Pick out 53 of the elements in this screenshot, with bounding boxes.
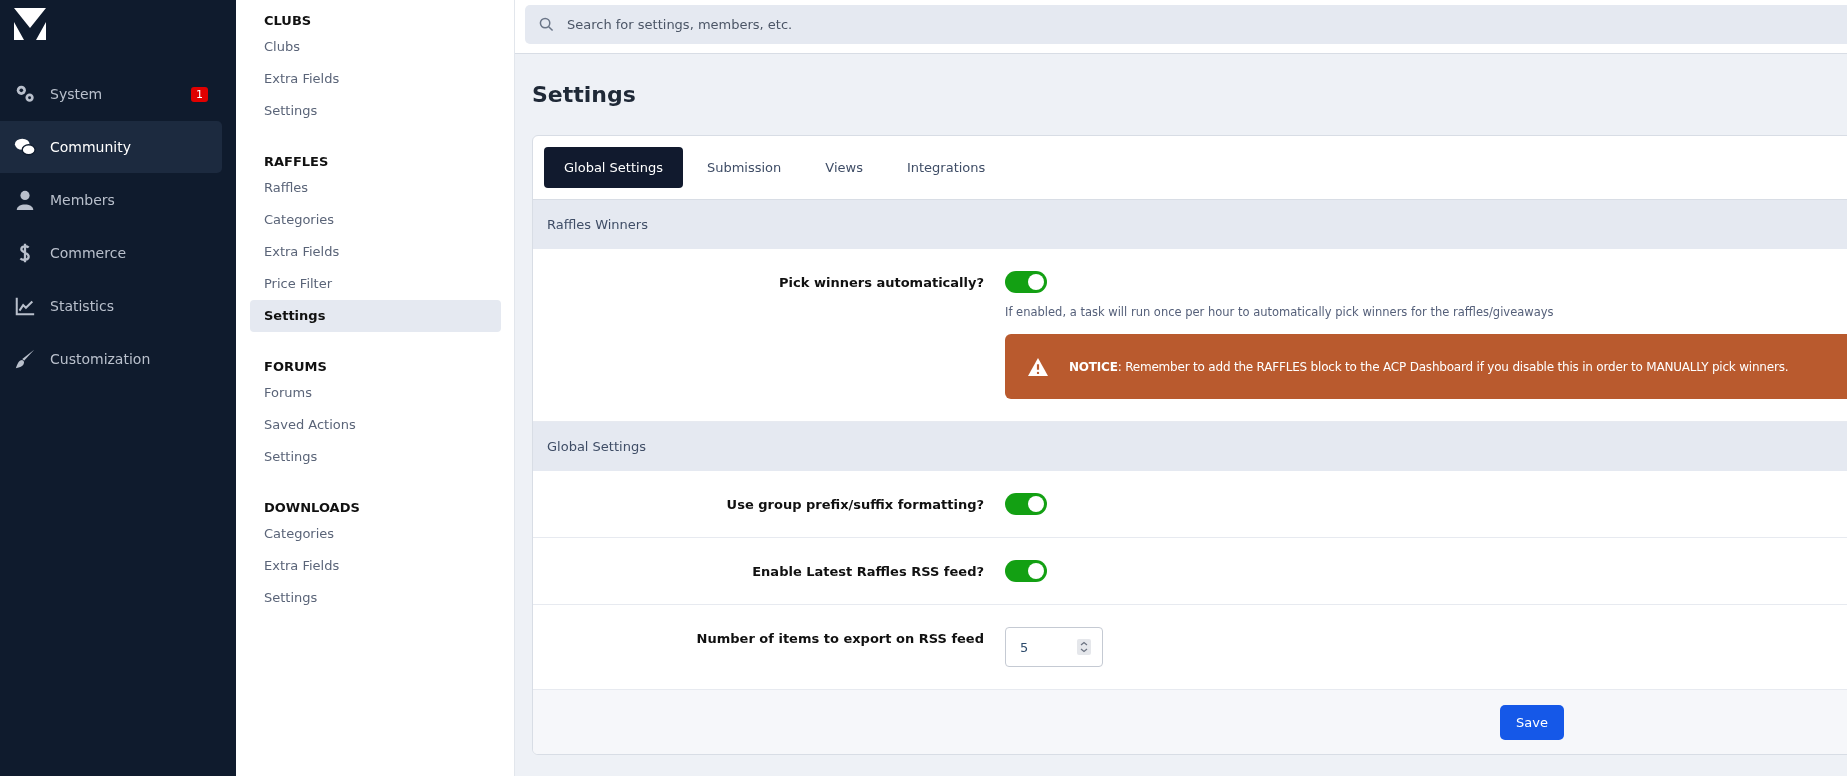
sidebar-item[interactable]: Customization	[0, 333, 222, 385]
nav-link[interactable]: Categories	[250, 518, 501, 550]
nav-link[interactable]: Forums	[250, 377, 501, 409]
field-label: Use group prefix/suffix formatting?	[725, 496, 984, 514]
search-field[interactable]: Search for settings, members, etc.	[525, 5, 1847, 44]
nav-link[interactable]: Categories	[250, 204, 501, 236]
notice-text: NOTICE: Remember to add the RAFFLES block to the ACP Dashboard if you disable this in order to MANUALLY pick winners.	[1069, 359, 1789, 374]
help-text: If enabled, a task will run once per hour to automatically pick winners for the raffles/giveaways	[1005, 305, 1555, 319]
page-title: Settings	[532, 82, 637, 107]
warning-icon	[1027, 356, 1049, 377]
sidebar-item[interactable]: System 1	[0, 68, 222, 120]
section-heading: FORUMS	[263, 358, 328, 376]
brush-icon	[14, 348, 36, 370]
sidebar-item[interactable]: Community	[0, 121, 222, 173]
spinner-icon	[1077, 639, 1091, 655]
tab[interactable]: Global Settings	[544, 147, 683, 188]
tab[interactable]: Submission	[686, 147, 802, 188]
nav-link[interactable]: Clubs	[250, 31, 501, 63]
toggle-switch[interactable]	[1005, 560, 1047, 582]
nav-link[interactable]: Saved Actions	[250, 409, 501, 441]
gears-icon	[14, 83, 36, 105]
field-label: Enable Latest Raffles RSS feed?	[751, 563, 984, 581]
toggle-switch[interactable]	[1005, 493, 1047, 515]
save-button[interactable]: Save	[1500, 704, 1564, 740]
nav-link[interactable]: Extra Fields	[250, 550, 501, 582]
nav-link[interactable]: Extra Fields	[250, 63, 501, 95]
section-heading: DOWNLOADS	[263, 499, 361, 517]
nav-link[interactable]: Settings	[250, 95, 501, 127]
sidebar-item[interactable]: Statistics	[0, 280, 222, 332]
section-header: Global Settings	[533, 422, 1847, 471]
tab[interactable]: Integrations	[886, 147, 1006, 188]
toggle-switch[interactable]	[1005, 271, 1047, 293]
search-icon	[539, 17, 554, 32]
nav-link[interactable]: Settings	[250, 441, 501, 473]
section-header: Raffles Winners	[533, 200, 1847, 249]
nav-link[interactable]: Price Filter	[250, 268, 501, 300]
sidebar-item[interactable]: Commerce	[0, 227, 222, 279]
field-label: Pick winners automatically?	[778, 274, 984, 292]
nav-link[interactable]: Settings	[250, 582, 501, 614]
section-heading: CLUBS	[263, 12, 313, 30]
notification-badge: 1	[191, 86, 208, 102]
nav-link[interactable]: Extra Fields	[250, 236, 501, 268]
tab[interactable]: Views	[805, 147, 883, 188]
nav-link[interactable]: Raffles	[250, 172, 501, 204]
chat-bubbles-icon	[14, 136, 36, 158]
person-icon	[14, 189, 36, 211]
line-chart-icon	[14, 295, 36, 317]
section-heading: RAFFLES	[263, 153, 330, 171]
sidebar-item[interactable]: Members	[0, 174, 222, 226]
field-label: Number of items to export on RSS feed	[695, 630, 984, 648]
nav-link[interactable]: Settings	[250, 300, 501, 332]
logo-icon	[14, 8, 46, 40]
number-field[interactable]: 5	[1005, 627, 1103, 667]
